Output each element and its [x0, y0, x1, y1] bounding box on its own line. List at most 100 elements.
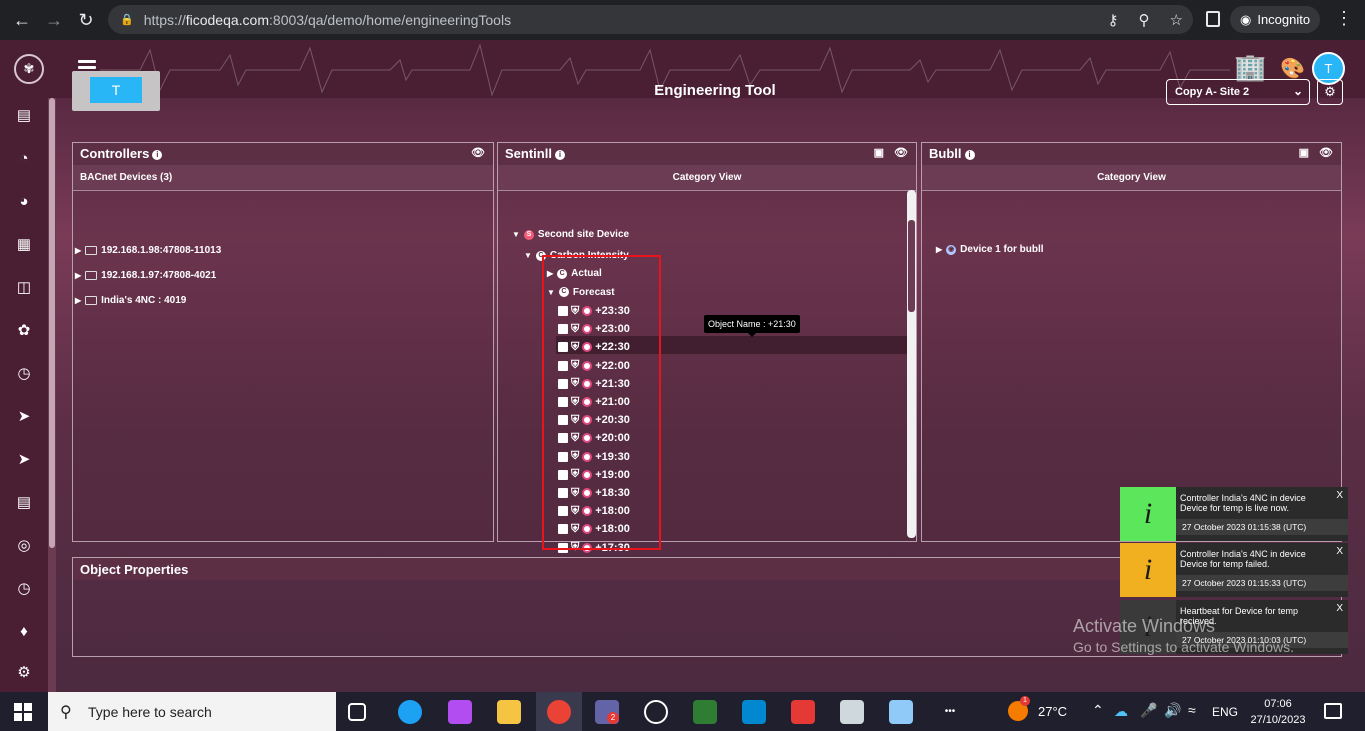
- object-tooltip: Object Name : +21:30: [704, 315, 800, 337]
- globe-icon[interactable]: ◎: [14, 536, 34, 556]
- url-path: :8003/qa/demo/home/engineeringTools: [269, 11, 512, 28]
- notification-toast[interactable]: i X Controller India's 4NC in device Dev…: [1120, 487, 1348, 541]
- chevron-up-icon[interactable]: ⌃: [1092, 702, 1104, 719]
- controller-item[interactable]: ▶ India's 4NC : 4019: [75, 295, 186, 306]
- controller-item[interactable]: ▶ 192.168.1.97:47808-4021: [75, 270, 216, 281]
- app-icon[interactable]: [840, 700, 864, 724]
- lock-icon: 🔒: [120, 14, 134, 26]
- collapse-icon[interactable]: ▼: [524, 251, 532, 260]
- info-icon[interactable]: i: [152, 150, 163, 160]
- dashboard-icon[interactable]: ◕: [14, 192, 34, 212]
- settings-monitor-icon[interactable]: ⚙: [14, 663, 34, 683]
- incognito-badge[interactable]: ◉ Incognito: [1230, 6, 1321, 33]
- pdf-icon[interactable]: ▤: [14, 493, 34, 513]
- windows-start-icon[interactable]: [14, 703, 32, 721]
- clock-time: 07:06: [1264, 698, 1292, 710]
- eye-icon[interactable]: 👁: [1319, 146, 1333, 159]
- clock[interactable]: 07:06 27/10/2023: [1248, 696, 1308, 728]
- analytics-icon[interactable]: ▤: [14, 106, 34, 126]
- close-icon[interactable]: X: [1336, 490, 1343, 501]
- chrome-icon[interactable]: [547, 700, 571, 724]
- close-icon[interactable]: X: [1336, 546, 1343, 557]
- anydesk-icon[interactable]: [791, 700, 815, 724]
- brain-logo-icon[interactable]: ✾: [14, 54, 44, 84]
- task-view-icon[interactable]: [348, 703, 366, 721]
- onedrive-icon[interactable]: ☁: [1114, 703, 1128, 720]
- tree-device[interactable]: ▼ S Second site Device: [512, 229, 629, 240]
- palette-icon[interactable]: 🎨: [1280, 56, 1305, 81]
- expand-icon[interactable]: ▶: [936, 245, 942, 254]
- clock-icon[interactable]: ◷: [14, 364, 34, 384]
- sidepanel-icon[interactable]: [1206, 11, 1220, 27]
- expand-icon[interactable]: ▶: [75, 246, 81, 255]
- watermark-line2: Go to Settings to activate Windows.: [1073, 639, 1294, 655]
- sentinll-scrollbar[interactable]: [907, 190, 916, 538]
- edge-icon[interactable]: [398, 700, 422, 724]
- chip-icon[interactable]: ▣: [1299, 146, 1309, 159]
- eye-icon[interactable]: 👁: [894, 146, 908, 159]
- controllers-header: Controllers i 👁: [73, 143, 493, 165]
- reload-icon[interactable]: ↻: [70, 4, 102, 36]
- star-icon[interactable]: ☆: [1170, 11, 1183, 29]
- controller-item[interactable]: ▶ 192.168.1.98:47808-11013: [75, 245, 221, 256]
- widgets-icon[interactable]: ▦: [14, 235, 34, 255]
- microphone-icon[interactable]: 🎤: [1140, 702, 1157, 719]
- eye-icon[interactable]: 👁: [471, 146, 485, 159]
- wps-icon[interactable]: [448, 700, 472, 724]
- bubll-title: Bubll: [929, 146, 962, 161]
- brain-icon[interactable]: ✿: [14, 321, 34, 341]
- app-icon-3[interactable]: •••: [938, 700, 962, 724]
- wifi-icon[interactable]: ≈: [1188, 702, 1196, 718]
- device-badge-icon: ◉: [946, 244, 957, 255]
- photos-icon[interactable]: [742, 700, 766, 724]
- device-icon: [85, 296, 98, 305]
- notification-toast[interactable]: i X Controller India's 4NC in device Dev…: [1120, 543, 1348, 597]
- site-t-button[interactable]: T: [72, 71, 160, 111]
- rocket-alt-icon[interactable]: ➤: [14, 450, 34, 470]
- temperature: 27°C: [1038, 704, 1068, 719]
- forward-icon[interactable]: →: [38, 4, 70, 36]
- activate-windows-watermark: Activate Windows Go to Settings to activ…: [1073, 616, 1294, 655]
- language[interactable]: ENG: [1212, 705, 1238, 719]
- url-host: ficodeqa.com: [185, 11, 270, 28]
- bubll-device-label: Device 1 for bubll: [960, 244, 1044, 255]
- app-icon-2[interactable]: [889, 700, 913, 724]
- history-icon[interactable]: ◷: [14, 579, 34, 599]
- sidebar-scrollbar[interactable]: [48, 98, 56, 692]
- taskbar-search[interactable]: ⚲ Type here to search: [48, 692, 336, 731]
- back-icon[interactable]: ←: [6, 4, 38, 36]
- device-badge-icon: S: [523, 229, 534, 240]
- controller-label: 192.168.1.98:47808-11013: [101, 245, 222, 256]
- obs-icon[interactable]: [644, 700, 668, 724]
- rocket-icon[interactable]: ➤: [14, 407, 34, 427]
- settings-gear-button[interactable]: ⚙: [1317, 79, 1343, 105]
- highlight-box: [542, 255, 661, 550]
- info-icon: i: [1120, 487, 1176, 541]
- sentinll-title: Sentinll: [505, 146, 552, 161]
- collapse-icon[interactable]: ▼: [512, 230, 520, 239]
- notification-center-icon[interactable]: [1324, 703, 1342, 719]
- weather-badge: 1: [1020, 696, 1030, 706]
- site-t-label: T: [90, 77, 142, 103]
- browser-menu-icon[interactable]: ⋮: [1335, 8, 1353, 29]
- bell-icon[interactable]: ♦: [14, 622, 34, 642]
- volume-icon[interactable]: 🔊: [1164, 702, 1181, 719]
- gauge-icon[interactable]: ◔: [14, 149, 34, 169]
- info-icon[interactable]: i: [554, 150, 565, 160]
- bubll-header: Bubll i ▣ 👁: [922, 143, 1341, 165]
- monitor-icon[interactable]: ◫: [14, 278, 34, 298]
- bubll-panel: Bubll i ▣ 👁 Category View: [921, 142, 1342, 542]
- close-icon[interactable]: X: [1336, 603, 1343, 614]
- browser-toolbar: ← → ↻ 🔒 https://ficodeqa.com:8003/qa/dem…: [0, 0, 1365, 40]
- notepad-icon[interactable]: [693, 700, 717, 724]
- expand-icon[interactable]: ▶: [75, 271, 81, 280]
- expand-icon[interactable]: ▶: [75, 296, 81, 305]
- site-select[interactable]: Copy A- Site 2 ⌄: [1166, 79, 1310, 105]
- bubll-device[interactable]: ▶ ◉ Device 1 for bubll: [936, 244, 1044, 255]
- chip-icon[interactable]: ▣: [874, 146, 884, 159]
- zoom-icon[interactable]: ⚲: [1139, 11, 1150, 29]
- key-icon[interactable]: ⚷: [1108, 11, 1119, 29]
- info-icon[interactable]: i: [964, 150, 975, 160]
- file-explorer-icon[interactable]: [497, 700, 521, 724]
- address-bar[interactable]: 🔒 https://ficodeqa.com:8003/qa/demo/home…: [108, 5, 1193, 34]
